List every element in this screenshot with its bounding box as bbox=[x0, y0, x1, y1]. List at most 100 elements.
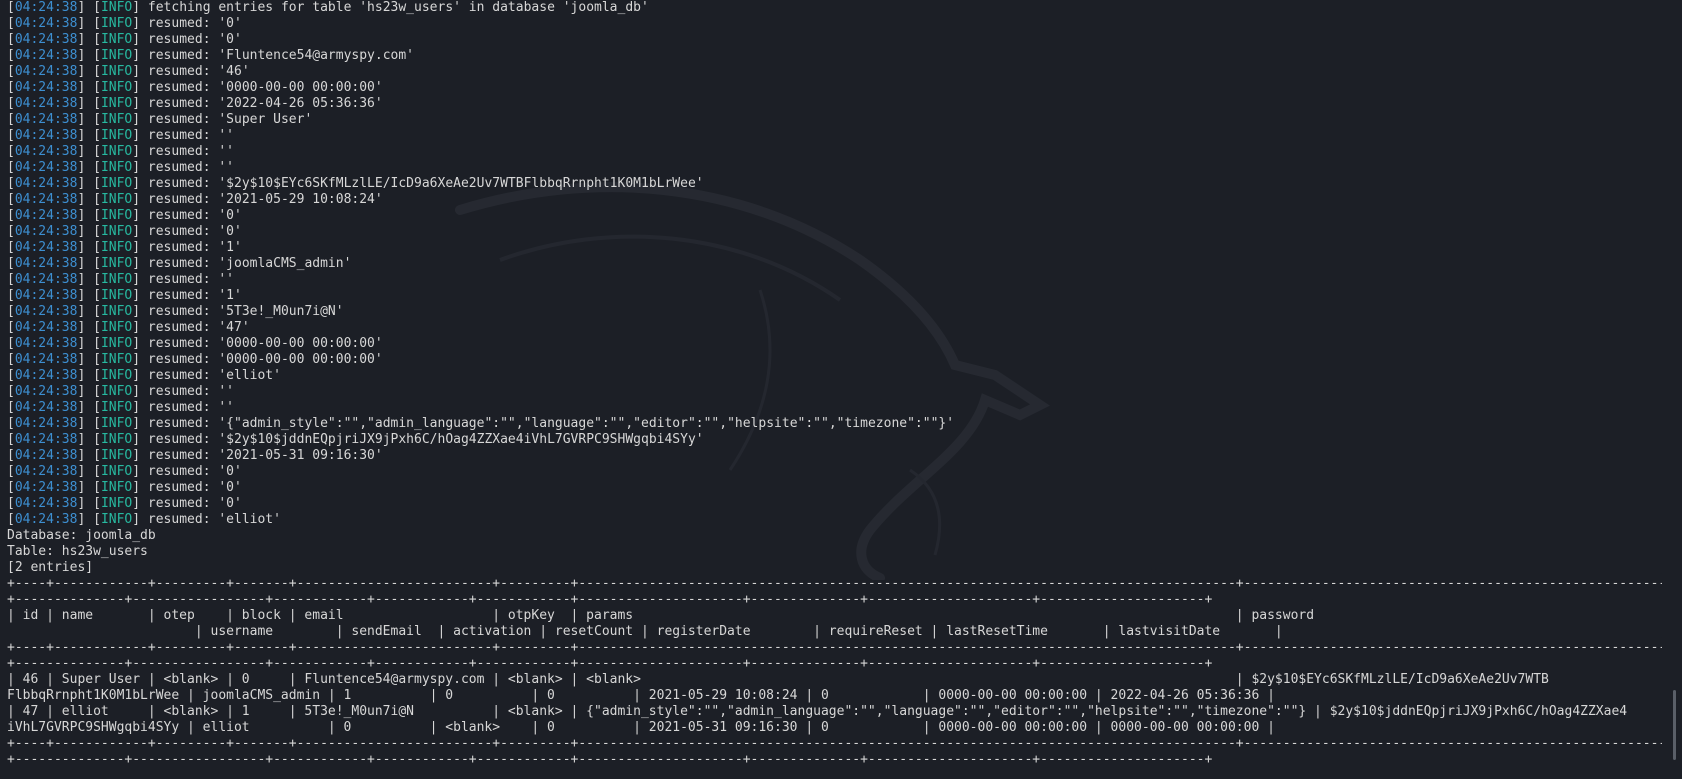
log-line: [04:24:38] [INFO] resumed: '1' bbox=[7, 288, 242, 303]
table-border: +--------------+-----------------+------… bbox=[7, 592, 1213, 607]
log-timestamp: 04:24:38 bbox=[14, 80, 78, 95]
table-row: FlbbqRrnpht1K0M1bLrWee | joomlaCMS_admin… bbox=[7, 688, 1275, 703]
log-level: INFO bbox=[100, 48, 133, 63]
log-timestamp: 04:24:38 bbox=[14, 448, 78, 463]
summary-database: Database: joomla_db bbox=[7, 528, 156, 543]
log-timestamp: 04:24:38 bbox=[14, 304, 78, 319]
log-message: resumed: '' bbox=[147, 128, 234, 143]
log-level: INFO bbox=[100, 16, 133, 31]
summary-entries: [2 entries] bbox=[7, 560, 94, 575]
log-level: INFO bbox=[100, 464, 133, 479]
log-level: INFO bbox=[100, 384, 133, 399]
scrollbar[interactable] bbox=[1673, 690, 1676, 760]
log-timestamp: 04:24:38 bbox=[14, 288, 78, 303]
log-level: INFO bbox=[100, 208, 133, 223]
log-line: [04:24:38] [INFO] resumed: '2021-05-31 0… bbox=[7, 448, 383, 463]
log-timestamp: 04:24:38 bbox=[14, 512, 78, 527]
log-line: [04:24:38] [INFO] resumed: '47' bbox=[7, 320, 250, 335]
table-border: +----+------------+---------+-------+---… bbox=[7, 576, 1662, 591]
log-level: INFO bbox=[100, 352, 133, 367]
log-message: resumed: '' bbox=[147, 384, 234, 399]
log-message: resumed: '' bbox=[147, 272, 234, 287]
log-message: resumed: '5T3e!_M0un7i@N' bbox=[147, 304, 344, 319]
log-level: INFO bbox=[100, 272, 133, 287]
terminal-output: [04:24:38] [INFO] fetching entries for t… bbox=[7, 0, 1662, 768]
log-timestamp: 04:24:38 bbox=[14, 240, 78, 255]
table-border: +--------------+-----------------+------… bbox=[7, 656, 1213, 671]
log-timestamp: 04:24:38 bbox=[14, 0, 78, 15]
log-timestamp: 04:24:38 bbox=[14, 352, 78, 367]
log-message: resumed: 'elliot' bbox=[147, 368, 281, 383]
log-message: resumed: '0' bbox=[147, 480, 242, 495]
log-level: INFO bbox=[100, 80, 133, 95]
log-message: resumed: '0' bbox=[147, 208, 242, 223]
log-timestamp: 04:24:38 bbox=[14, 368, 78, 383]
log-timestamp: 04:24:38 bbox=[14, 192, 78, 207]
log-timestamp: 04:24:38 bbox=[14, 64, 78, 79]
log-line: [04:24:38] [INFO] resumed: '5T3e!_M0un7i… bbox=[7, 304, 344, 319]
log-level: INFO bbox=[100, 416, 133, 431]
log-level: INFO bbox=[100, 96, 133, 111]
log-level: INFO bbox=[100, 432, 133, 447]
log-block: [04:24:38] [INFO] fetching entries for t… bbox=[7, 0, 1662, 528]
log-message: resumed: '0000-00-00 00:00:00' bbox=[147, 336, 383, 351]
log-level: INFO bbox=[100, 304, 133, 319]
log-timestamp: 04:24:38 bbox=[14, 96, 78, 111]
log-message: fetching entries for table 'hs23w_users'… bbox=[147, 0, 649, 15]
log-level: INFO bbox=[100, 64, 133, 79]
log-timestamp: 04:24:38 bbox=[14, 496, 78, 511]
log-level: INFO bbox=[100, 0, 133, 15]
log-message: resumed: '' bbox=[147, 400, 234, 415]
log-line: [04:24:38] [INFO] resumed: '' bbox=[7, 400, 234, 415]
log-level: INFO bbox=[100, 480, 133, 495]
log-level: INFO bbox=[100, 336, 133, 351]
log-message: resumed: '47' bbox=[147, 320, 250, 335]
log-message: resumed: '0' bbox=[147, 32, 242, 47]
log-message: resumed: '1' bbox=[147, 240, 242, 255]
log-level: INFO bbox=[100, 144, 133, 159]
log-timestamp: 04:24:38 bbox=[14, 144, 78, 159]
log-line: [04:24:38] [INFO] resumed: '0' bbox=[7, 32, 242, 47]
log-line: [04:24:38] [INFO] resumed: '0000-00-00 0… bbox=[7, 352, 383, 367]
table-row: | username | sendEmail | activation | re… bbox=[7, 624, 1283, 639]
log-level: INFO bbox=[100, 448, 133, 463]
log-message: resumed: '' bbox=[147, 144, 234, 159]
log-level: INFO bbox=[100, 160, 133, 175]
log-message: resumed: '0000-00-00 00:00:00' bbox=[147, 80, 383, 95]
log-timestamp: 04:24:38 bbox=[14, 208, 78, 223]
log-line: [04:24:38] [INFO] resumed: 'joomlaCMS_ad… bbox=[7, 256, 352, 271]
log-message: resumed: '$2y$10$jddnEQpjriJX9jPxh6C/hOa… bbox=[147, 432, 704, 447]
log-line: [04:24:38] [INFO] fetching entries for t… bbox=[7, 0, 649, 15]
table-row: | 46 | Super User | <blank> | 0 | Flunte… bbox=[7, 672, 1549, 687]
log-line: [04:24:38] [INFO] resumed: '0' bbox=[7, 208, 242, 223]
log-level: INFO bbox=[100, 240, 133, 255]
log-timestamp: 04:24:38 bbox=[14, 320, 78, 335]
log-line: [04:24:38] [INFO] resumed: '0' bbox=[7, 480, 242, 495]
log-line: [04:24:38] [INFO] resumed: 'Fluntence54@… bbox=[7, 48, 415, 63]
log-timestamp: 04:24:38 bbox=[14, 128, 78, 143]
log-level: INFO bbox=[100, 192, 133, 207]
log-line: [04:24:38] [INFO] resumed: 'elliot' bbox=[7, 512, 281, 527]
log-message: resumed: '0' bbox=[147, 464, 242, 479]
log-message: resumed: '0' bbox=[147, 496, 242, 511]
log-line: [04:24:38] [INFO] resumed: '0000-00-00 0… bbox=[7, 336, 383, 351]
log-message: resumed: '46' bbox=[147, 64, 250, 79]
log-message: resumed: 'elliot' bbox=[147, 512, 281, 527]
table-border: +----+------------+---------+-------+---… bbox=[7, 640, 1662, 655]
log-message: resumed: 'Fluntence54@armyspy.com' bbox=[147, 48, 415, 63]
log-timestamp: 04:24:38 bbox=[14, 400, 78, 415]
log-level: INFO bbox=[100, 368, 133, 383]
log-line: [04:24:38] [INFO] resumed: '0' bbox=[7, 16, 242, 31]
log-line: [04:24:38] [INFO] resumed: 'elliot' bbox=[7, 368, 281, 383]
log-line: [04:24:38] [INFO] resumed: '$2y$10$EYc6S… bbox=[7, 176, 704, 191]
log-line: [04:24:38] [INFO] resumed: '1' bbox=[7, 240, 242, 255]
log-level: INFO bbox=[100, 288, 133, 303]
log-line: [04:24:38] [INFO] resumed: '0' bbox=[7, 224, 242, 239]
log-level: INFO bbox=[100, 128, 133, 143]
table-row: | id | name | otep | block | email | otp… bbox=[7, 608, 1315, 623]
log-message: resumed: 'joomlaCMS_admin' bbox=[147, 256, 352, 271]
log-message: resumed: '2021-05-29 10:08:24' bbox=[147, 192, 383, 207]
log-message: resumed: '0' bbox=[147, 16, 242, 31]
table-row: iVhL7GVRPC9SHWgqbi4SYy | elliot | 0 | <b… bbox=[7, 720, 1275, 735]
log-timestamp: 04:24:38 bbox=[14, 336, 78, 351]
